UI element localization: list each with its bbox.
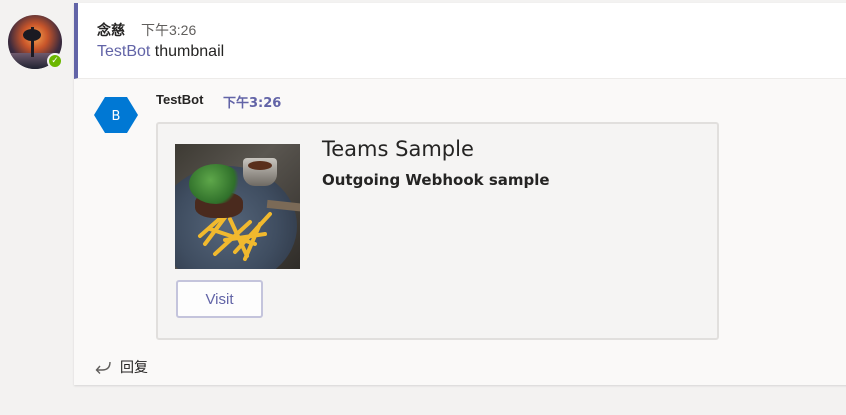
card-title: Teams Sample bbox=[322, 137, 474, 161]
message-timestamp: 下午3:26 bbox=[141, 22, 197, 38]
thumbnail-card: Teams Sample Outgoing Webhook sample Vis… bbox=[156, 122, 719, 340]
reply-arrow-icon bbox=[95, 361, 111, 374]
message-body: TestBot thumbnail bbox=[97, 43, 224, 61]
presence-check-icon: ✓ bbox=[47, 53, 63, 69]
visit-button[interactable]: Visit bbox=[176, 280, 263, 318]
sauce-cup bbox=[243, 158, 277, 186]
avatar-tree-silhouette bbox=[23, 27, 41, 57]
bot-avatar-letter: B bbox=[112, 109, 121, 124]
teams-conversation: ✓ 念慈 下午3:26 TestBot thumbnail B TestBot … bbox=[0, 0, 846, 415]
bot-name: TestBot bbox=[156, 92, 204, 107]
mention-link[interactable]: TestBot bbox=[97, 43, 150, 60]
food-greens bbox=[189, 164, 243, 204]
root-message[interactable]: 念慈 下午3:26 TestBot thumbnail bbox=[74, 3, 846, 79]
bot-hexagon-icon[interactable]: B bbox=[94, 97, 138, 133]
message-author: 念慈 bbox=[97, 23, 125, 39]
reply-label: 回复 bbox=[120, 360, 148, 376]
card-subtitle: Outgoing Webhook sample bbox=[322, 171, 550, 189]
bot-timestamp: 下午3:26 bbox=[223, 96, 282, 111]
card-thumbnail-image bbox=[175, 144, 300, 269]
reply-button[interactable]: 回复 bbox=[94, 357, 148, 377]
message-text: thumbnail bbox=[150, 43, 225, 60]
